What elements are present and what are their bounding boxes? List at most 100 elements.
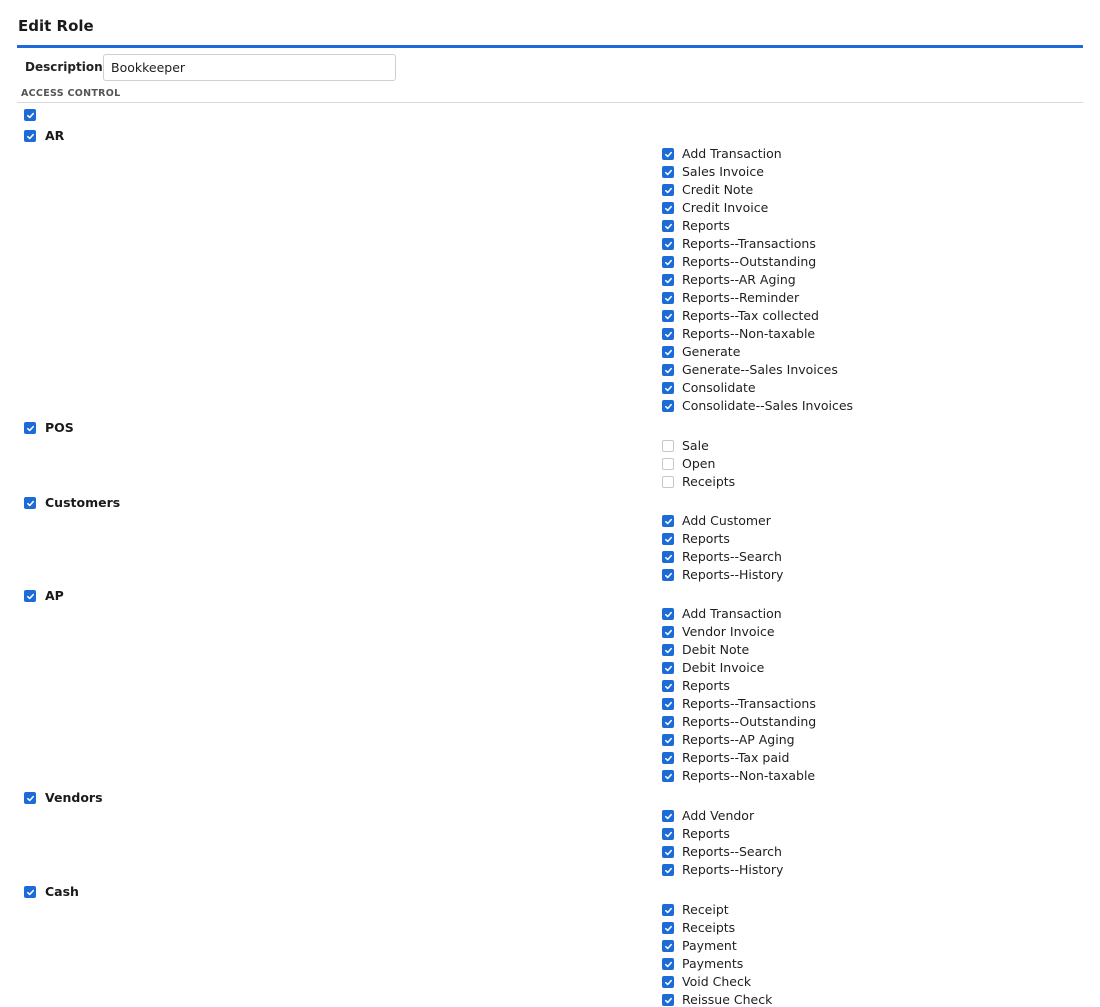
group-checkbox-cash[interactable] [24, 886, 36, 898]
checkmark-icon [26, 889, 34, 895]
permission-checkbox[interactable] [662, 382, 674, 394]
permission-label: Sale [682, 438, 709, 453]
permission-checkbox[interactable] [662, 515, 674, 527]
permission-checkbox[interactable] [662, 828, 674, 840]
permission-checkbox[interactable] [662, 328, 674, 340]
permission-label: Reports--Tax collected [682, 308, 819, 323]
permission-checkbox[interactable] [662, 626, 674, 638]
checkmark-icon [664, 665, 672, 671]
permission-checkbox[interactable] [662, 274, 674, 286]
group-checkbox-ar[interactable] [24, 130, 36, 142]
checkmark-icon [664, 403, 672, 409]
checkmark-icon [26, 795, 34, 801]
permission-checkbox[interactable] [662, 148, 674, 160]
select-all-checkbox[interactable] [24, 109, 36, 121]
checkmark-icon [664, 867, 672, 873]
permission-label: Generate [682, 344, 741, 359]
permission-label: Reports--Non-taxable [682, 326, 816, 341]
group-checkbox-pos[interactable] [24, 422, 36, 434]
permission-checkbox[interactable] [662, 346, 674, 358]
permission-label: Credit Note [682, 182, 754, 197]
permission-checkbox[interactable] [662, 608, 674, 620]
permission-checkbox[interactable] [662, 770, 674, 782]
permission-label: Open [682, 456, 716, 471]
permission-checkbox[interactable] [662, 476, 674, 488]
permission-checkbox[interactable] [662, 364, 674, 376]
checkmark-icon [664, 907, 672, 913]
checkmark-icon [664, 169, 672, 175]
checkmark-icon [26, 500, 34, 506]
title-divider [17, 45, 1083, 48]
permission-label: Reports--Outstanding [682, 714, 817, 729]
permission-label: Reports--Reminder [682, 290, 800, 305]
checkmark-icon [664, 536, 672, 542]
permission-checkbox[interactable] [662, 238, 674, 250]
permission-checkbox[interactable] [662, 440, 674, 452]
group-checkbox-vendors[interactable] [24, 792, 36, 804]
group-label-pos: POS [45, 420, 74, 435]
permission-checkbox[interactable] [662, 458, 674, 470]
permission-checkbox[interactable] [662, 166, 674, 178]
permission-checkbox[interactable] [662, 994, 674, 1006]
permission-label: Debit Invoice [682, 660, 765, 675]
checkmark-icon [26, 593, 34, 599]
checkmark-icon [664, 151, 672, 157]
checkmark-icon [664, 719, 672, 725]
permission-checkbox[interactable] [662, 904, 674, 916]
permission-checkbox[interactable] [662, 716, 674, 728]
permission-checkbox[interactable] [662, 551, 674, 563]
permission-checkbox[interactable] [662, 680, 674, 692]
checkmark-icon [664, 701, 672, 707]
permission-checkbox[interactable] [662, 864, 674, 876]
permission-checkbox[interactable] [662, 256, 674, 268]
permission-checkbox[interactable] [662, 662, 674, 674]
permission-label: Reports [682, 678, 730, 693]
checkmark-icon [664, 629, 672, 635]
permission-label: Reports--Transactions [682, 696, 816, 711]
permission-checkbox[interactable] [662, 644, 674, 656]
permission-label: Payments [682, 956, 744, 971]
checkmark-icon [664, 997, 672, 1003]
permission-checkbox[interactable] [662, 400, 674, 412]
checkmark-icon [664, 518, 672, 524]
permission-checkbox[interactable] [662, 810, 674, 822]
checkmark-icon [664, 367, 672, 373]
permission-checkbox[interactable] [662, 184, 674, 196]
permission-label: Reports--Search [682, 549, 782, 564]
description-label: Description [25, 60, 103, 74]
page-title: Edit Role [18, 17, 94, 35]
checkmark-icon [664, 205, 672, 211]
permission-checkbox[interactable] [662, 698, 674, 710]
access-control-heading: ACCESS CONTROL [21, 88, 121, 99]
permission-checkbox[interactable] [662, 922, 674, 934]
permission-checkbox[interactable] [662, 292, 674, 304]
permission-checkbox[interactable] [662, 734, 674, 746]
checkmark-icon [664, 943, 672, 949]
checkmark-icon [664, 277, 672, 283]
checkmark-icon [664, 813, 672, 819]
permission-label: Reports--Transactions [682, 236, 816, 251]
group-checkbox-customers[interactable] [24, 497, 36, 509]
permission-checkbox[interactable] [662, 533, 674, 545]
permission-checkbox[interactable] [662, 220, 674, 232]
permission-label: Add Vendor [682, 808, 755, 823]
group-label-customers: Customers [45, 495, 121, 510]
group-checkbox-ap[interactable] [24, 590, 36, 602]
permission-label: Reports--AR Aging [682, 272, 796, 287]
permission-label: Sales Invoice [682, 164, 764, 179]
permission-label: Reports--Tax paid [682, 750, 790, 765]
permission-checkbox[interactable] [662, 569, 674, 581]
permission-checkbox[interactable] [662, 976, 674, 988]
permission-label: Debit Note [682, 642, 750, 657]
permission-label: Receipts [682, 920, 736, 935]
permission-checkbox[interactable] [662, 940, 674, 952]
permission-label: Reports--AP Aging [682, 732, 795, 747]
permission-checkbox[interactable] [662, 752, 674, 764]
permission-checkbox[interactable] [662, 846, 674, 858]
description-input[interactable] [103, 54, 396, 81]
permission-checkbox[interactable] [662, 310, 674, 322]
permission-checkbox[interactable] [662, 202, 674, 214]
permission-checkbox[interactable] [662, 958, 674, 970]
checkmark-icon [664, 683, 672, 689]
permission-label: Generate--Sales Invoices [682, 362, 838, 377]
